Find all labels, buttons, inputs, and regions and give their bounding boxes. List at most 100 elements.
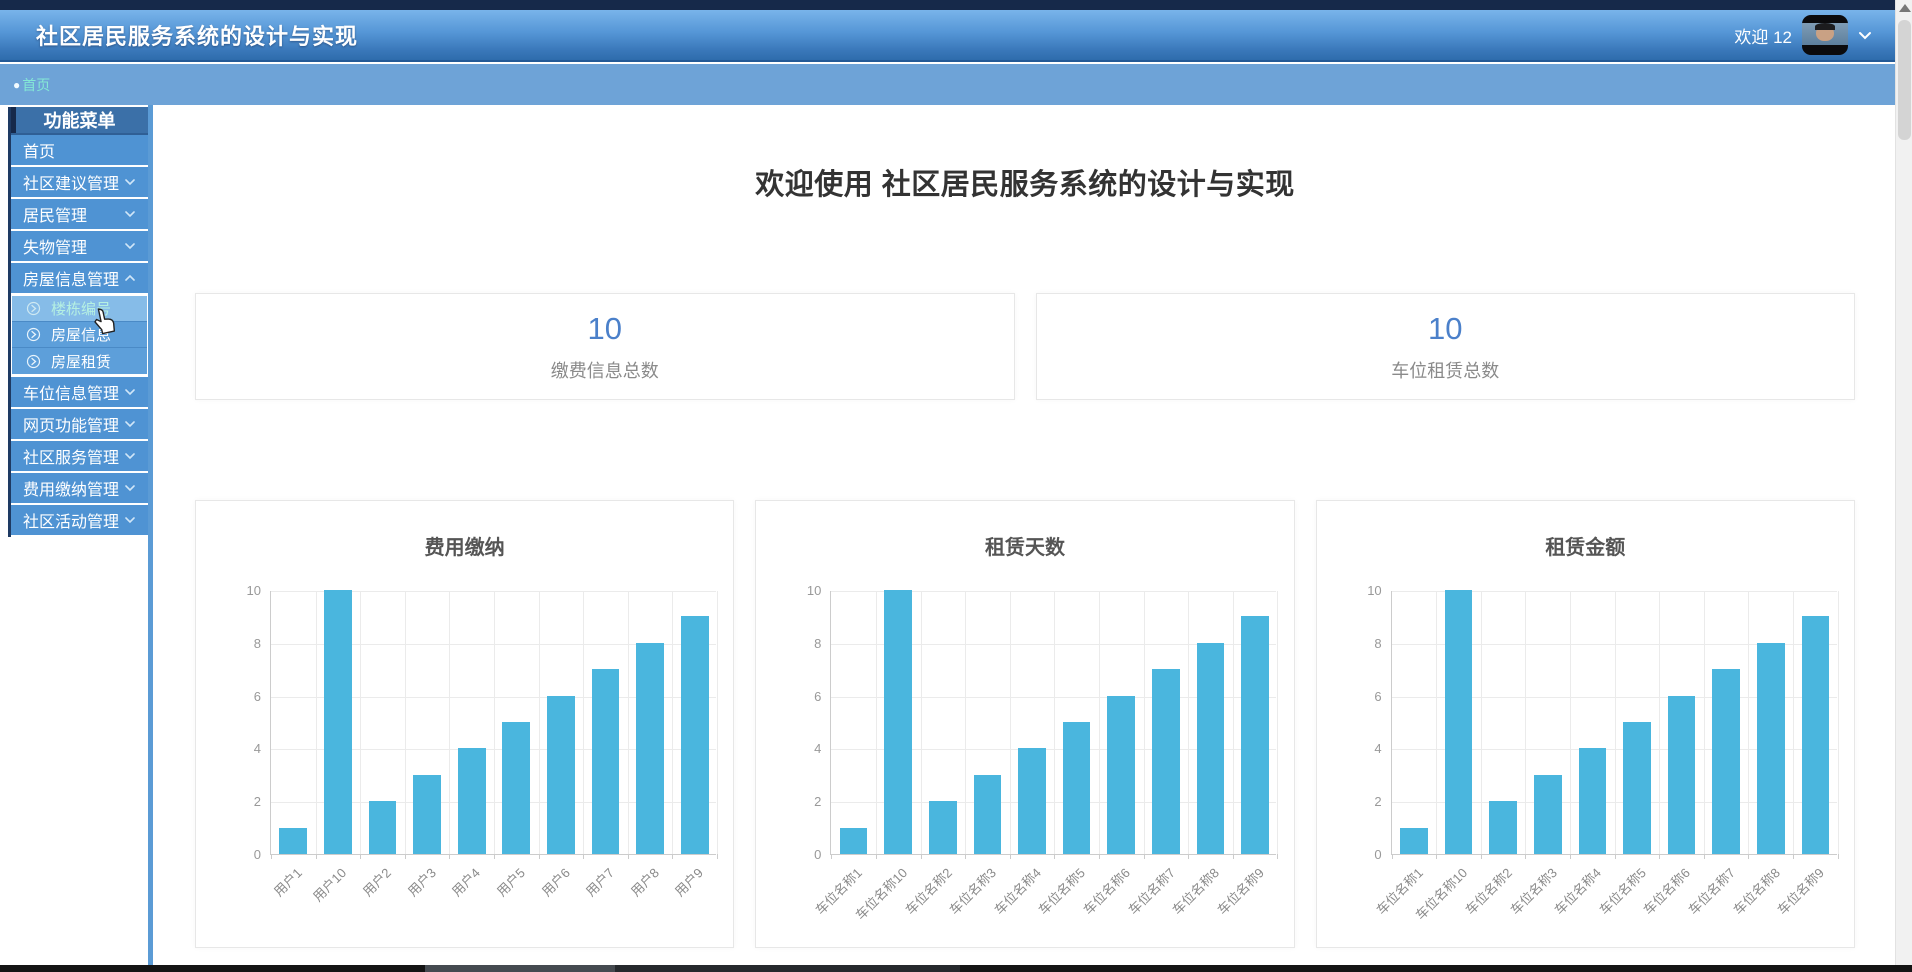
y-axis-tick-label: 10 xyxy=(775,583,821,598)
x-axis-category-label: 车位名称6 xyxy=(1639,863,1694,918)
chevron-down-icon xyxy=(124,452,136,460)
sidebar-subitem-house-rental[interactable]: 房屋租赁 xyxy=(12,348,147,374)
bar xyxy=(1197,643,1225,854)
sidebar-subitem-label: 房屋信息 xyxy=(51,324,111,345)
window-top-strip xyxy=(0,0,1912,10)
sidebar-item-web-functions[interactable]: 网页功能管理 xyxy=(11,409,148,439)
bar xyxy=(502,722,530,854)
sidebar-subitem-label: 楼栋编号 xyxy=(51,298,111,319)
x-axis-category-label: 用户9 xyxy=(670,863,707,900)
x-axis-tick xyxy=(628,854,629,859)
bar xyxy=(1445,590,1473,854)
page-title: 欢迎使用 社区居民服务系统的设计与实现 xyxy=(195,161,1855,203)
taskbar-segment xyxy=(615,965,960,972)
gridline-vertical xyxy=(1436,591,1437,854)
x-axis-tick xyxy=(1010,854,1011,859)
bar-chart-plot: 0246810用户1用户10用户2用户3用户4用户5用户6用户7用户8用户9 xyxy=(270,591,716,855)
bar xyxy=(1152,669,1180,854)
user-avatar[interactable] xyxy=(1802,15,1848,55)
sidebar-item-lost-found[interactable]: 失物管理 xyxy=(11,231,148,261)
sidebar-item-label: 首页 xyxy=(23,138,136,162)
x-axis-tick xyxy=(1188,854,1189,859)
sidebar-subitem-building-number[interactable]: 楼栋编号 xyxy=(12,296,147,322)
x-axis-tick xyxy=(360,854,361,859)
sidebar-subitem-house-information[interactable]: 房屋信息 xyxy=(12,322,147,348)
x-axis-category-label: 车位名称3 xyxy=(945,863,1000,918)
welcome-user-text: 欢迎 12 xyxy=(1734,23,1792,48)
x-axis-category-label: 车位名称3 xyxy=(1505,863,1560,918)
taskbar-segment xyxy=(425,965,615,972)
y-axis-tick-label: 2 xyxy=(1336,794,1382,809)
y-axis-tick-label: 2 xyxy=(215,794,261,809)
sidebar-item-residents[interactable]: 居民管理 xyxy=(11,199,148,229)
chevron-down-icon xyxy=(124,210,136,218)
x-axis-tick xyxy=(965,854,966,859)
bar xyxy=(324,590,352,854)
page-body: 功能菜单 首页 社区建议管理 居民管理 失物管理 房屋信息管理 楼栋编号 xyxy=(0,105,1912,965)
x-axis-tick xyxy=(405,854,406,859)
sidebar-item-community-services[interactable]: 社区服务管理 xyxy=(11,441,148,471)
sidebar-item-fee-payment[interactable]: 费用缴纳管理 xyxy=(11,473,148,503)
gridline-vertical xyxy=(360,591,361,854)
bar xyxy=(279,828,307,854)
x-axis-tick xyxy=(1144,854,1145,859)
header-user-area: 欢迎 12 xyxy=(1734,15,1912,55)
charts-row: 费用缴纳 0246810用户1用户10用户2用户3用户4用户5用户6用户7用户8… xyxy=(195,500,1855,948)
page-scrollbar[interactable] xyxy=(1895,0,1912,972)
gridline-vertical xyxy=(717,591,718,854)
x-axis-tick xyxy=(1525,854,1526,859)
gridline-vertical xyxy=(1793,591,1794,854)
y-axis-tick-label: 4 xyxy=(1336,741,1382,756)
x-axis-tick xyxy=(1054,854,1055,859)
bar xyxy=(1623,722,1651,854)
gridline-vertical xyxy=(539,591,540,854)
sidebar-item-home[interactable]: 首页 xyxy=(11,135,148,165)
scrollbar-thumb[interactable] xyxy=(1898,20,1911,140)
stat-value: 10 xyxy=(588,311,622,347)
x-axis-tick xyxy=(1793,854,1794,859)
sidebar-item-parking-info[interactable]: 车位信息管理 xyxy=(11,377,148,407)
x-axis-tick xyxy=(1748,854,1749,859)
gridline-vertical xyxy=(1525,591,1526,854)
y-axis-tick-label: 4 xyxy=(775,741,821,756)
gridline-vertical xyxy=(1144,591,1145,854)
taskbar-strip xyxy=(0,965,1912,972)
sidebar-item-label: 车位信息管理 xyxy=(23,380,124,404)
user-menu-chevron-down-icon[interactable] xyxy=(1858,31,1872,40)
stat-card-payment-total: 10 缴费信息总数 xyxy=(195,293,1015,400)
sidebar-item-label: 网页功能管理 xyxy=(23,412,124,436)
scrollbar-up-arrow-icon[interactable] xyxy=(1899,4,1911,12)
sidebar-item-house-info[interactable]: 房屋信息管理 xyxy=(11,263,148,293)
chart-card-rental-amount: 租赁金额 0246810车位名称1车位名称10车位名称2车位名称3车位名称4车位… xyxy=(1316,500,1855,948)
x-axis-tick xyxy=(1436,854,1437,859)
x-axis-category-label: 车位名称4 xyxy=(1549,863,1604,918)
chart-title: 租赁金额 xyxy=(1317,531,1854,560)
bar xyxy=(458,748,486,854)
y-axis-tick-label: 0 xyxy=(1336,847,1382,862)
y-axis-tick-label: 10 xyxy=(1336,583,1382,598)
x-axis-category-label: 用户4 xyxy=(447,863,484,900)
chart-card-fee-payment: 费用缴纳 0246810用户1用户10用户2用户3用户4用户5用户6用户7用户8… xyxy=(195,500,734,948)
y-axis-tick-label: 0 xyxy=(215,847,261,862)
stat-card-parking-rental-total: 10 车位租赁总数 xyxy=(1036,293,1856,400)
bar xyxy=(1107,696,1135,854)
main-content: 欢迎使用 社区居民服务系统的设计与实现 10 缴费信息总数 10 车位租赁总数 … xyxy=(155,105,1895,965)
sidebar-item-community-suggestions[interactable]: 社区建议管理 xyxy=(11,167,148,197)
breadcrumb-bullet-icon: ● xyxy=(13,78,20,92)
circle-arrow-icon xyxy=(26,327,41,342)
app-header: 社区居民服务系统的设计与实现 欢迎 12 xyxy=(0,10,1912,62)
x-axis-tick xyxy=(831,854,832,859)
sidebar-title: 功能菜单 xyxy=(11,107,148,135)
breadcrumb-home-link[interactable]: 首页 xyxy=(22,75,50,95)
gridline-vertical xyxy=(316,591,317,854)
sidebar-item-label: 社区活动管理 xyxy=(23,508,124,532)
x-axis-tick xyxy=(1277,854,1278,859)
x-axis-tick xyxy=(1099,854,1100,859)
x-axis-tick xyxy=(316,854,317,859)
sidebar-item-label: 社区建议管理 xyxy=(23,170,124,194)
bar xyxy=(1534,775,1562,854)
sidebar-item-community-activities[interactable]: 社区活动管理 xyxy=(11,505,148,535)
bar xyxy=(840,828,868,854)
breadcrumb: ● 首页 xyxy=(0,64,1912,105)
x-axis-category-label: 用户1 xyxy=(269,863,306,900)
